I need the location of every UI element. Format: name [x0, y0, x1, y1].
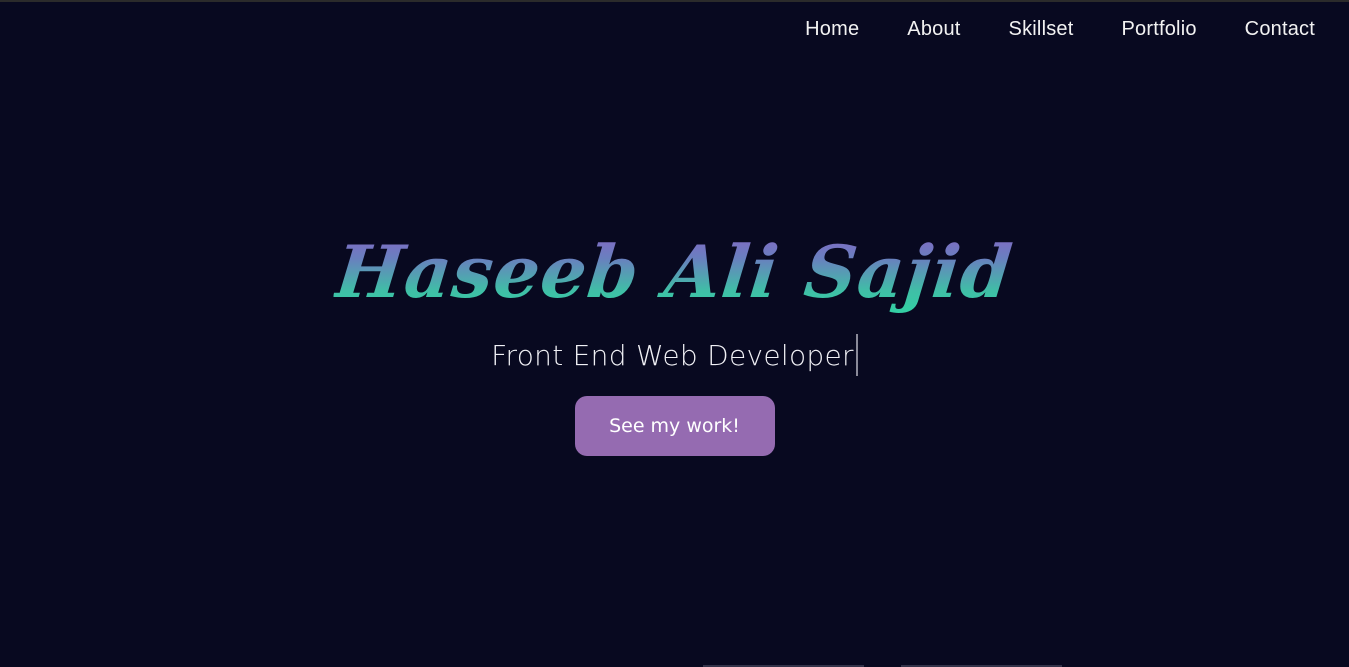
hero-subtitle: Front End Web Developer — [491, 338, 854, 372]
page: Home About Skillset Portfolio Contact Ha… — [0, 0, 1349, 667]
see-my-work-button[interactable]: See my work! — [574, 396, 775, 456]
hero-section: Haseeb Ali Sajid Front End Web Developer… — [0, 224, 1349, 456]
hero-name-heading: Haseeb Ali Sajid — [331, 224, 1017, 320]
nav-item-home[interactable]: Home — [805, 18, 859, 41]
top-navigation: Home About Skillset Portfolio Contact — [805, 2, 1315, 56]
hero-subtitle-line: Front End Web Developer — [491, 334, 858, 376]
nav-item-contact[interactable]: Contact — [1245, 18, 1315, 41]
nav-item-portfolio[interactable]: Portfolio — [1122, 18, 1197, 41]
nav-item-skillset[interactable]: Skillset — [1009, 18, 1074, 41]
nav-item-about[interactable]: About — [907, 18, 960, 41]
typing-caret — [855, 334, 858, 376]
